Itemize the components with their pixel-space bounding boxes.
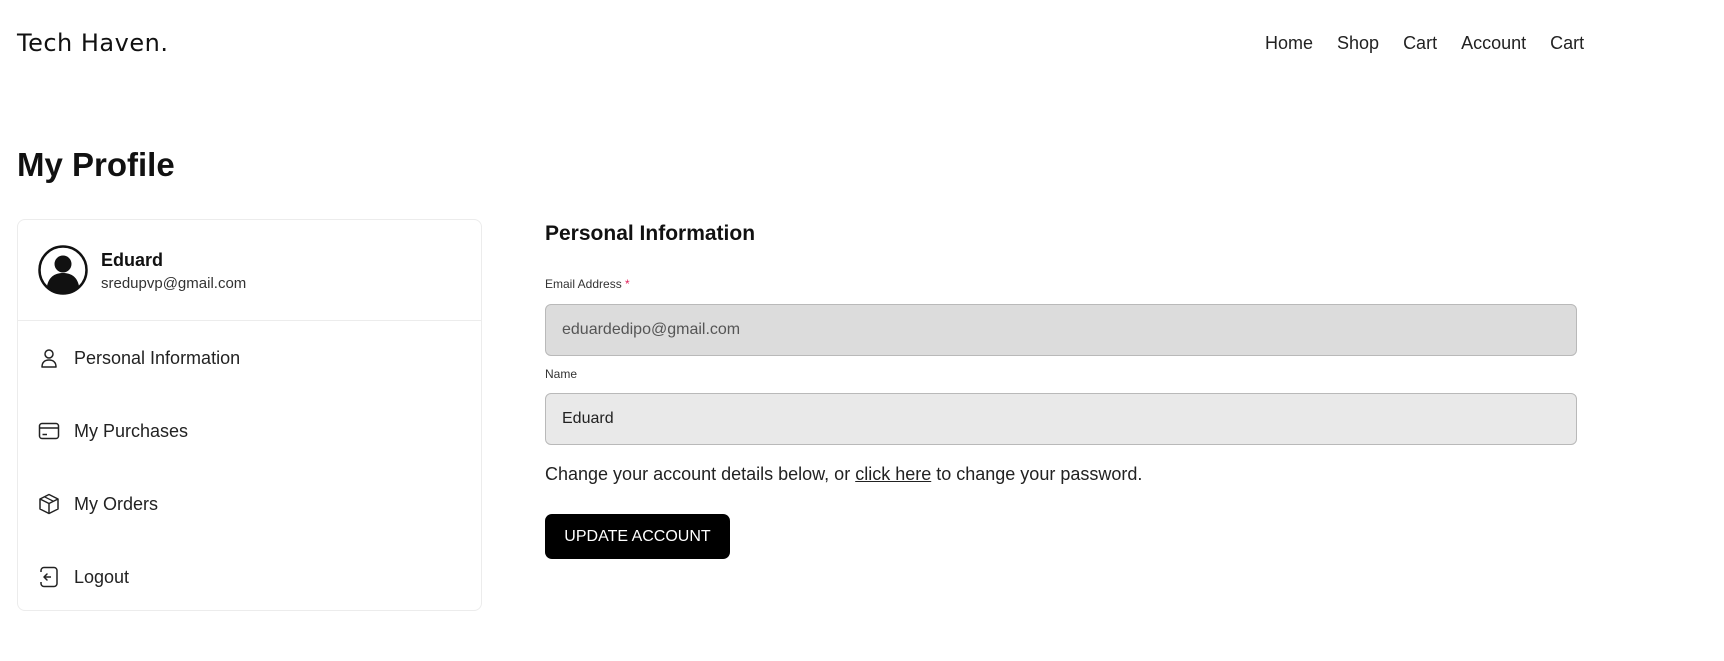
user-circle-icon — [38, 245, 88, 295]
page-title: My Profile — [17, 146, 175, 183]
profile-summary: Eduard sredupvp@gmail.com — [18, 220, 481, 321]
package-icon — [39, 493, 59, 515]
update-account-button[interactable]: UPDATE ACCOUNT — [545, 514, 730, 559]
credit-card-icon — [38, 422, 60, 440]
section-title: Personal Information — [545, 222, 756, 245]
email-label: Email Address * — [545, 277, 630, 291]
sidebar-item-my-purchases[interactable]: My Purchases — [18, 394, 481, 467]
sidebar-item-label: My Purchases — [74, 421, 189, 441]
sidebar-item-my-orders[interactable]: My Orders — [18, 467, 481, 540]
sidebar-item-label: My Orders — [74, 494, 159, 514]
nav-home[interactable]: Home — [1265, 33, 1313, 54]
site-logo[interactable]: Tech Haven. — [17, 29, 168, 57]
help-text-suffix: to change your password. — [931, 464, 1143, 484]
nav-cart-secondary[interactable]: Cart — [1550, 33, 1584, 54]
required-marker: * — [625, 277, 630, 291]
sidebar-item-label: Personal Information — [74, 348, 241, 368]
sidebar-item-logout[interactable]: Logout — [18, 540, 481, 613]
profile-email: sredupvp@gmail.com — [101, 275, 247, 292]
help-text-prefix: Change your account details below, or — [545, 464, 856, 484]
sidebar-item-personal-information[interactable]: Personal Information — [18, 321, 481, 394]
nav-shop[interactable]: Shop — [1337, 33, 1379, 54]
email-label-text: Email Address — [545, 277, 622, 291]
user-icon — [41, 349, 57, 368]
site-header: Tech Haven. Home Shop Cart Account Cart — [0, 0, 1724, 90]
logout-icon — [40, 566, 58, 588]
name-label: Name — [545, 367, 578, 381]
change-password-link[interactable]: click here — [855, 464, 931, 484]
profile-name: Eduard — [101, 250, 164, 270]
name-field[interactable] — [545, 393, 1577, 445]
nav-account[interactable]: Account — [1461, 33, 1526, 54]
sidebar-item-label: Logout — [74, 567, 130, 587]
main-nav: Home Shop Cart Account Cart — [1265, 33, 1584, 54]
email-field[interactable] — [545, 304, 1577, 356]
account-help-text: Change your account details below, or cl… — [545, 464, 1142, 485]
profile-sidebar: Eduard sredupvp@gmail.com Personal Infor… — [17, 219, 482, 611]
nav-cart[interactable]: Cart — [1403, 33, 1437, 54]
